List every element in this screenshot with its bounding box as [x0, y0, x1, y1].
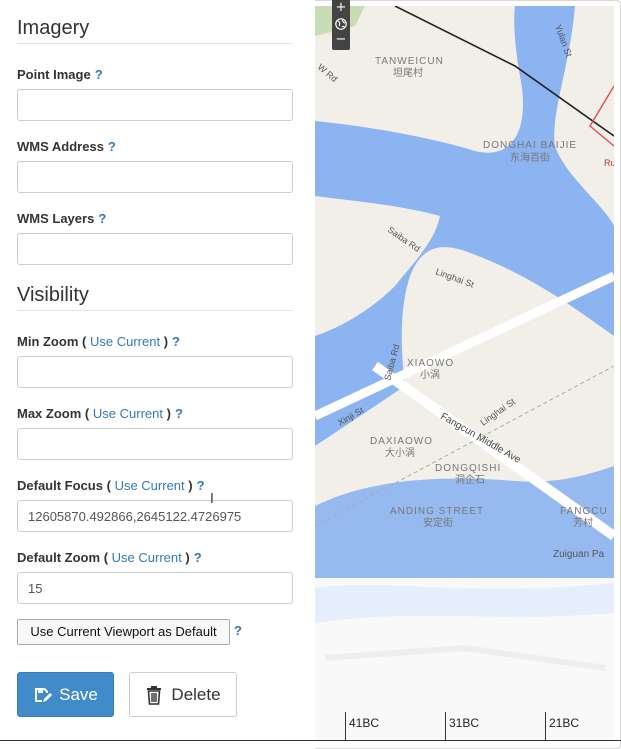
text-cursor-icon: I	[210, 492, 214, 507]
map-label-daxiaowo: DAXIAOWO	[370, 436, 433, 447]
map-label-xiaowo-cn: 小涡	[420, 369, 440, 381]
map-label-xiaowo: XIAOWO	[407, 358, 454, 369]
map-label-dongqishi-cn: 洞企石	[455, 473, 485, 486]
map-zoom-controls: + −	[332, 0, 350, 50]
delete-label: Delete	[171, 684, 221, 704]
map-label-ru: Ru	[604, 158, 614, 168]
default-focus-input[interactable]	[17, 500, 293, 532]
timeline-tick-2	[445, 712, 446, 740]
min-zoom-label: Min Zoom ( Use Current )?	[17, 334, 180, 349]
timeline-label-41bc: 41BC	[349, 716, 380, 730]
default-focus-label-text: Default Focus	[17, 478, 103, 493]
timeline-label-31bc: 31BC	[449, 716, 480, 730]
wms-address-help-icon[interactable]: ?	[108, 139, 116, 154]
default-zoom-input[interactable]	[17, 572, 293, 604]
timeline-tick-1	[345, 712, 346, 740]
zoom-in-button[interactable]: +	[332, 0, 350, 16]
min-zoom-label-text: Min Zoom	[17, 334, 79, 349]
default-focus-help-icon[interactable]: ?	[197, 478, 205, 493]
wms-layers-label-text: WMS Layers	[17, 211, 95, 226]
zoom-out-button[interactable]: −	[332, 32, 350, 48]
max-zoom-label-text: Max Zoom	[17, 406, 82, 421]
map-label-anding-cn: 安定街	[423, 516, 453, 529]
default-zoom-use-current-link[interactable]: Use Current	[112, 550, 182, 565]
wms-layers-help-icon[interactable]: ?	[98, 211, 106, 226]
map-label-tanweicun: TANWEICUN	[375, 56, 444, 67]
map-label-donghai: DONGHAI BAIJIE	[483, 140, 577, 151]
max-zoom-help-icon[interactable]: ?	[175, 406, 183, 421]
timeline-axis	[0, 740, 621, 741]
default-focus-label: Default Focus ( Use Current )?	[17, 478, 205, 493]
trash-icon	[145, 685, 165, 705]
save-label: Save	[59, 684, 98, 704]
map-label-anding: ANDING STREET	[390, 506, 484, 517]
map-label-dongqishi: DONGQISHI	[435, 463, 501, 474]
default-focus-paren-open: (	[106, 478, 111, 493]
globe-icon[interactable]	[332, 16, 350, 32]
min-zoom-paren-open: (	[82, 334, 87, 349]
visibility-heading: Visibility	[17, 284, 89, 306]
save-button[interactable]: Save	[17, 672, 114, 717]
map-label-tanweicun-cn: 坦尾村	[393, 66, 423, 79]
max-zoom-input[interactable]	[17, 428, 293, 460]
default-focus-paren-close: )	[188, 478, 193, 493]
default-zoom-help-icon[interactable]: ?	[194, 550, 202, 565]
wms-address-label-text: WMS Address	[17, 139, 104, 154]
min-zoom-help-icon[interactable]: ?	[172, 334, 180, 349]
point-image-label-text: Point Image	[17, 67, 91, 82]
map-label-donghai-cn: 东海百街	[510, 151, 550, 164]
min-zoom-use-current-link[interactable]: Use Current	[90, 334, 160, 349]
delete-button[interactable]: Delete	[129, 672, 237, 717]
default-zoom-paren-close: )	[185, 550, 190, 565]
map-label-daxiaowo-cn: 大小涡	[385, 446, 415, 459]
point-image-label: Point Image?	[17, 67, 103, 82]
map-label-zuiguan: Zuiguan Pa	[553, 549, 605, 560]
max-zoom-paren-close: )	[166, 406, 171, 421]
viewport-help-icon[interactable]: ?	[234, 623, 242, 638]
default-zoom-paren-open: (	[103, 550, 109, 565]
timeline-tick-3	[545, 712, 546, 740]
map-label-fangcun-cn: 芳村	[573, 516, 593, 529]
map-label-fangcun: FANGCU	[560, 506, 608, 517]
wms-layers-label: WMS Layers?	[17, 211, 106, 226]
wms-address-input[interactable]	[17, 161, 293, 193]
max-zoom-label: Max Zoom ( Use Current )?	[17, 406, 183, 421]
wms-layers-input[interactable]	[17, 233, 293, 265]
save-edit-icon	[33, 685, 53, 705]
min-zoom-input[interactable]	[17, 356, 293, 388]
wms-address-label: WMS Address?	[17, 139, 116, 154]
layer-form: Imagery Point Image? WMS Address? WMS La…	[0, 0, 315, 749]
max-zoom-use-current-link[interactable]: Use Current	[93, 406, 163, 421]
visibility-divider	[17, 310, 293, 311]
use-current-viewport-button[interactable]: Use Current Viewport as Default	[17, 619, 230, 645]
default-zoom-label-text: Default Zoom	[17, 550, 101, 565]
point-image-help-icon[interactable]: ?	[95, 67, 103, 82]
min-zoom-paren-close: )	[163, 334, 169, 349]
default-zoom-label: Default Zoom ( Use Current )?	[17, 550, 202, 565]
max-zoom-paren-open: (	[84, 406, 90, 421]
point-image-input[interactable]	[17, 89, 293, 121]
default-focus-use-current-link[interactable]: Use Current	[115, 478, 185, 493]
timeline-label-21bc: 21BC	[549, 716, 580, 730]
imagery-heading: Imagery	[17, 17, 90, 39]
imagery-divider	[17, 43, 293, 44]
map-canvas[interactable]: TANWEICUN 坦尾村 DONGHAI BAIJIE 东海百街 XIAOWO…	[315, 6, 614, 578]
map-view[interactable]: TANWEICUN 坦尾村 DONGHAI BAIJIE 东海百街 XIAOWO…	[315, 6, 614, 578]
